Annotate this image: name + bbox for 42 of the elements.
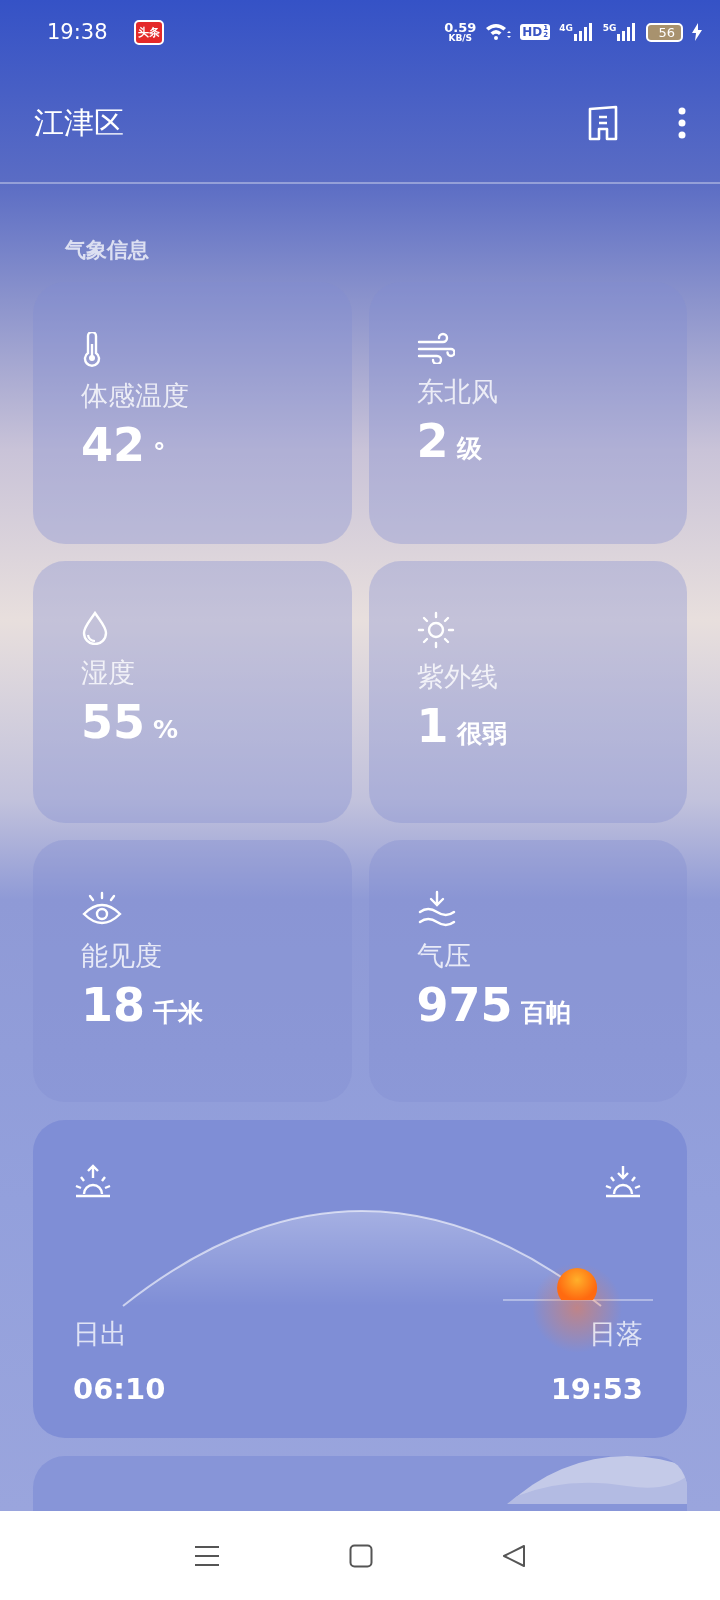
tile-unit: 级 bbox=[456, 433, 482, 465]
sunset-label: 日落 bbox=[589, 1317, 643, 1351]
tile-label: 气压 bbox=[416, 939, 471, 973]
battery-level: 56 bbox=[646, 22, 683, 42]
tile-label: 体感温度 bbox=[81, 379, 189, 413]
tile-unit: 很弱 bbox=[456, 718, 507, 750]
sunset-time: 19:53 bbox=[550, 1372, 643, 1406]
network-speed: 0.59 bbox=[444, 21, 477, 34]
signal-icon bbox=[617, 23, 638, 41]
network-type: 5G bbox=[602, 23, 617, 33]
home-icon[interactable] bbox=[349, 1543, 373, 1568]
network-type: 4G bbox=[559, 23, 573, 33]
more-menu-icon[interactable] bbox=[678, 107, 686, 139]
tile-value: 18 bbox=[81, 978, 145, 1032]
tile-label: 东北风 bbox=[416, 375, 498, 409]
speed-unit: KB/S bbox=[448, 34, 472, 43]
back-icon[interactable] bbox=[501, 1543, 526, 1568]
signal-icon bbox=[573, 23, 594, 41]
building-icon[interactable] bbox=[588, 105, 618, 141]
section-title: 气象信息 bbox=[65, 237, 149, 264]
wifi-icon bbox=[485, 22, 512, 42]
tile-value: 42 bbox=[81, 418, 145, 472]
tile-unit: ° bbox=[153, 438, 166, 467]
app-notification-icon: 头条 bbox=[133, 19, 164, 45]
tile-value: 55 bbox=[81, 695, 145, 749]
status-time: 19:38 bbox=[47, 20, 108, 44]
sunrise-time: 06:10 bbox=[73, 1372, 166, 1406]
location-title: 江津区 bbox=[34, 103, 124, 142]
tile-value: 975 bbox=[416, 978, 513, 1032]
droplet-icon bbox=[81, 611, 109, 645]
tile-unit: % bbox=[153, 715, 179, 744]
tile-label: 能见度 bbox=[81, 939, 162, 973]
tile-value: 2 bbox=[416, 414, 449, 468]
pressure-icon bbox=[416, 890, 457, 928]
menu-icon[interactable] bbox=[194, 1544, 221, 1567]
tile-value: 1 bbox=[416, 699, 449, 753]
tile-unit: 千米 bbox=[153, 997, 203, 1029]
wind-icon bbox=[416, 332, 455, 364]
tile-unit: 百帕 bbox=[520, 997, 571, 1029]
thermometer-icon bbox=[81, 332, 103, 368]
sun-icon bbox=[416, 611, 455, 649]
sunrise-label: 日出 bbox=[73, 1317, 127, 1351]
